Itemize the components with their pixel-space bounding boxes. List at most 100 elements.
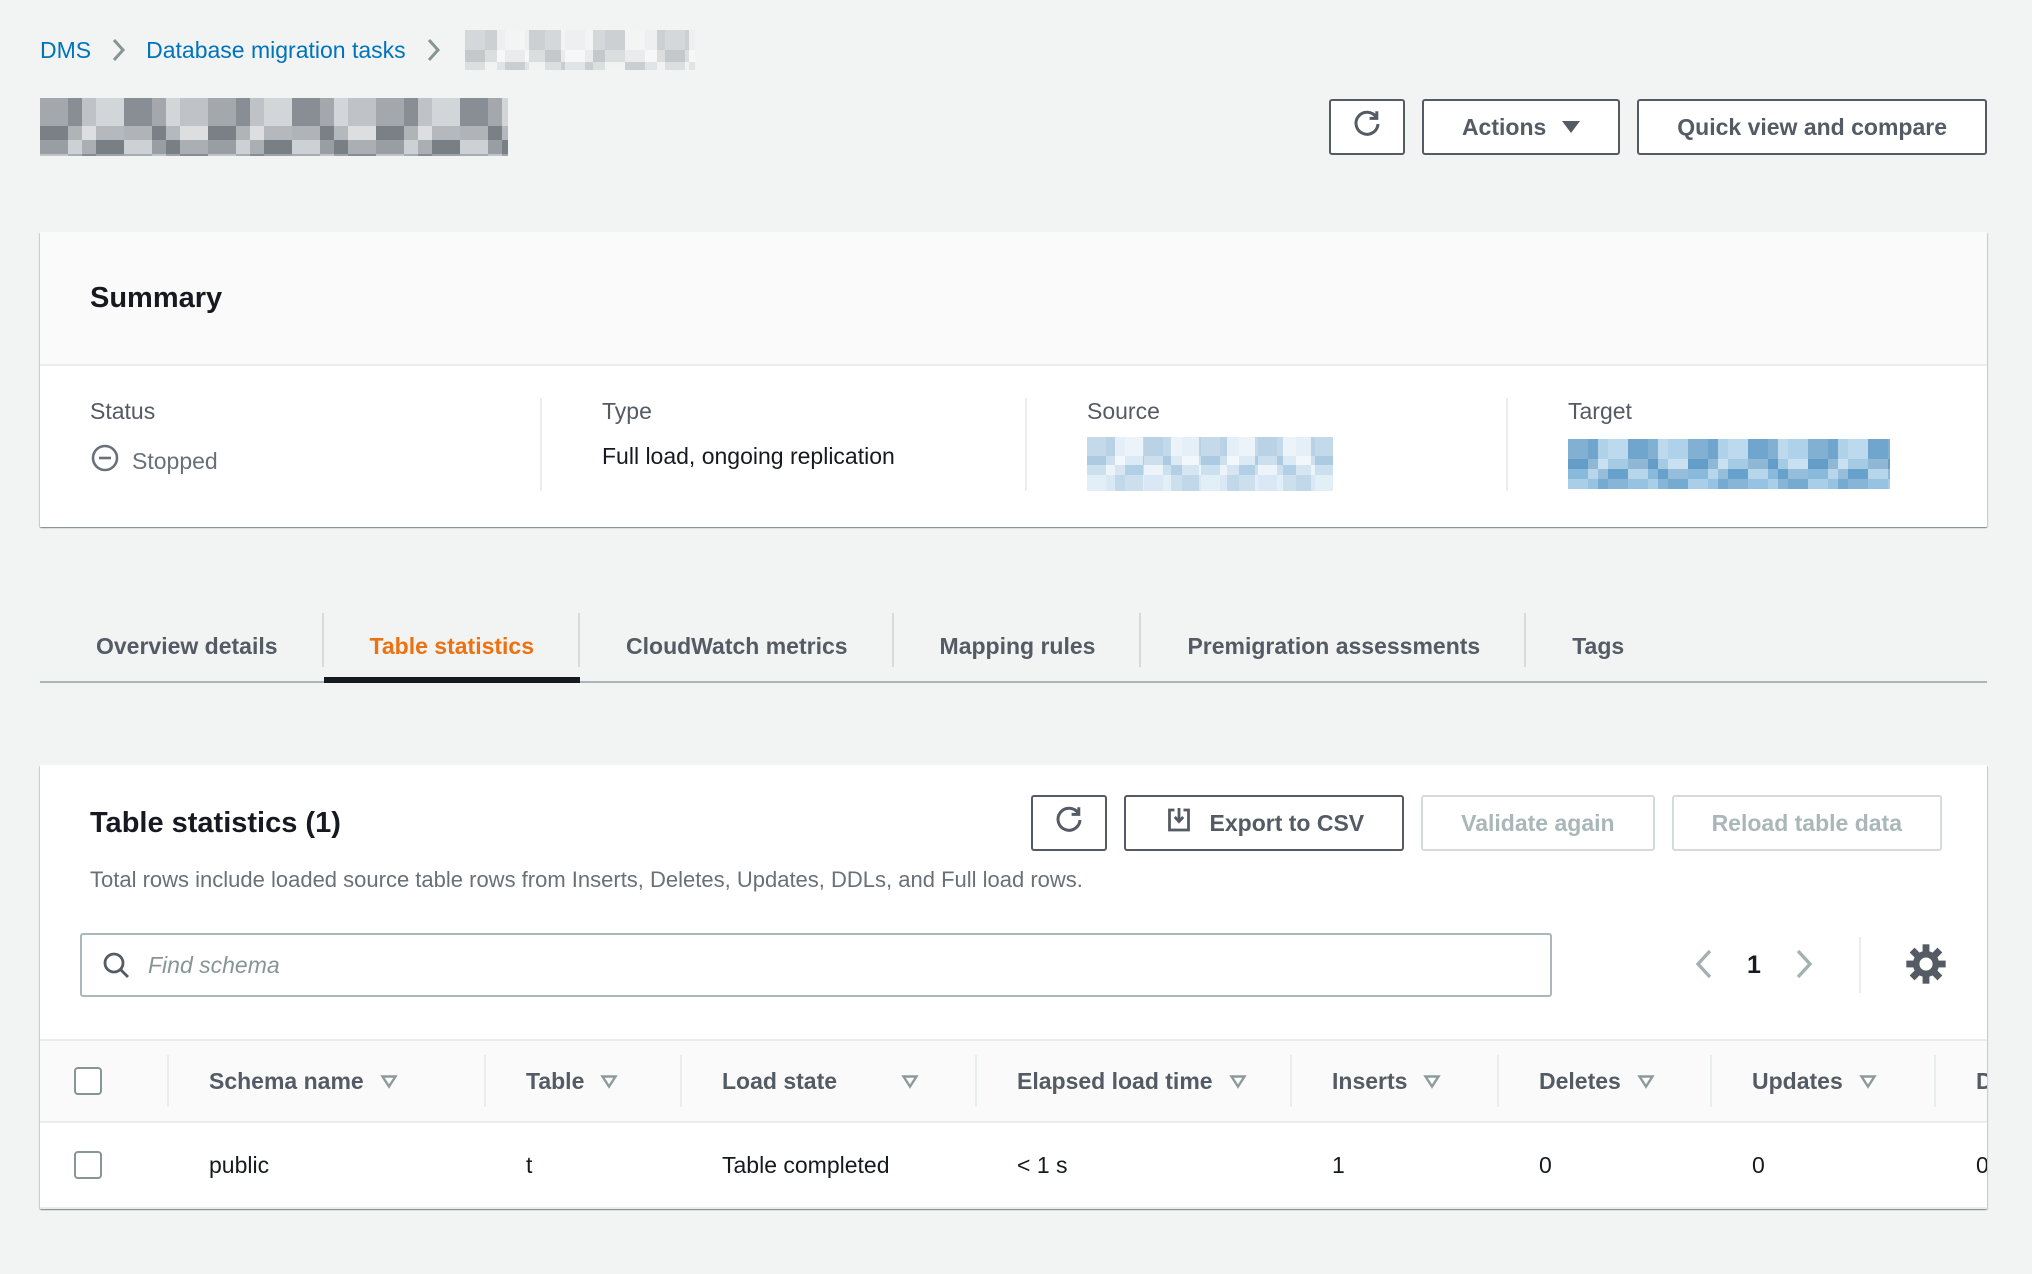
sort-icon [1637, 1074, 1655, 1089]
table-statistics-actions: Export to CSV Validate again Reload tabl… [1031, 795, 1942, 851]
tab-cloudwatch-metrics[interactable]: CloudWatch metrics [580, 611, 894, 681]
column-header-updates[interactable]: Updates [1710, 1041, 1934, 1121]
type-label: Type [602, 398, 1025, 425]
select-all-checkbox[interactable] [74, 1067, 102, 1095]
summary-panel-body: Status Stopped Type Full load, ongoing r… [40, 366, 1987, 491]
cell-elapsed-load-time: < 1 s [975, 1123, 1290, 1207]
breadcrumb-link-dms[interactable]: DMS [40, 37, 91, 64]
sort-icon [600, 1074, 618, 1089]
sort-icon [1859, 1074, 1877, 1089]
download-icon [1164, 805, 1194, 841]
reload-table-data-label: Reload table data [1712, 810, 1902, 837]
status-value-text: Stopped [132, 448, 218, 475]
pagination-divider [1859, 937, 1861, 993]
cell-inserts: 1 [1290, 1123, 1497, 1207]
sort-icon [1229, 1074, 1247, 1089]
column-header-elapsed-load-time[interactable]: Elapsed load time [975, 1041, 1290, 1121]
summary-field-target: Target [1506, 398, 1987, 491]
actions-button[interactable]: Actions [1422, 99, 1620, 155]
refresh-icon [1351, 108, 1383, 146]
page-header: Actions Quick view and compare [40, 98, 1987, 156]
breadcrumb-chevron-icon [111, 37, 126, 63]
summary-panel-header: Summary [40, 232, 1987, 366]
tab-mapping-rules[interactable]: Mapping rules [894, 611, 1142, 681]
find-schema-input[interactable] [80, 933, 1552, 997]
breadcrumb-redacted-task-name [465, 30, 695, 70]
search-icon [100, 949, 132, 986]
next-page-button[interactable] [1793, 947, 1815, 984]
cell-updates: 0 [1710, 1123, 1934, 1207]
table-statistics-panel: Table statistics (1) Export to CSV Valid… [40, 765, 1987, 1209]
row-select-cell [40, 1123, 167, 1207]
column-header-label: Schema name [209, 1068, 364, 1095]
export-to-csv-button[interactable]: Export to CSV [1124, 795, 1405, 851]
status-label: Status [90, 398, 540, 425]
column-header-schema-name[interactable]: Schema name [167, 1041, 484, 1121]
summary-field-status: Status Stopped [40, 398, 540, 491]
type-value: Full load, ongoing replication [602, 443, 1025, 470]
refresh-icon [1053, 804, 1085, 842]
table-statistics-description: Total rows include loaded source table r… [90, 867, 1987, 895]
refresh-button[interactable] [1329, 99, 1405, 155]
select-all-cell [40, 1041, 167, 1121]
summary-panel: Summary Status Stopped Type Full load, o… [40, 232, 1987, 527]
column-header-deletes[interactable]: Deletes [1497, 1041, 1710, 1121]
export-to-csv-label: Export to CSV [1210, 810, 1365, 837]
search-row: 1 [40, 933, 1987, 997]
previous-page-button[interactable] [1693, 947, 1715, 984]
search-box [80, 933, 1552, 997]
cell-schema-name: public [167, 1123, 484, 1207]
tab-list: Overview details Table statistics CloudW… [40, 611, 1987, 683]
stopped-icon [90, 443, 120, 479]
sort-icon [901, 1074, 919, 1089]
breadcrumb-link-database-migration-tasks[interactable]: Database migration tasks [146, 37, 406, 64]
summary-title: Summary [90, 282, 222, 315]
cell-ddls-clipped: 0 [1934, 1123, 1987, 1207]
column-header-inserts[interactable]: Inserts [1290, 1041, 1497, 1121]
column-header-table[interactable]: Table [484, 1041, 680, 1121]
current-page-number[interactable]: 1 [1743, 951, 1765, 980]
chevron-left-icon [1693, 947, 1715, 984]
table-statistics-title: Table statistics (1) [90, 807, 341, 840]
reload-table-data-button[interactable]: Reload table data [1672, 795, 1942, 851]
page-title-redacted [40, 98, 508, 156]
cell-deletes: 0 [1497, 1123, 1710, 1207]
cell-table: t [484, 1123, 680, 1207]
quick-view-and-compare-button[interactable]: Quick view and compare [1637, 99, 1987, 155]
sort-icon [380, 1074, 398, 1089]
tab-table-statistics[interactable]: Table statistics [324, 611, 580, 681]
table-row[interactable]: public t Table completed < 1 s 1 0 0 0 [40, 1123, 1987, 1209]
column-header-label: Inserts [1332, 1068, 1407, 1095]
chevron-right-icon [1793, 947, 1815, 984]
table-statistics-header: Table statistics (1) Export to CSV Valid… [40, 795, 1987, 851]
tab-premigration-assessments[interactable]: Premigration assessments [1141, 611, 1526, 681]
preferences-button[interactable] [1905, 943, 1947, 988]
quick-view-button-label: Quick view and compare [1677, 114, 1947, 141]
table-refresh-button[interactable] [1031, 795, 1107, 851]
sort-icon [1423, 1074, 1441, 1089]
breadcrumb: DMS Database migration tasks [40, 30, 1987, 70]
column-header-label: Deletes [1539, 1068, 1621, 1095]
page: DMS Database migration tasks Actions Qui… [40, 30, 1987, 1209]
tab-overview-details[interactable]: Overview details [50, 611, 324, 681]
summary-field-type: Type Full load, ongoing replication [540, 398, 1025, 491]
status-value: Stopped [90, 443, 540, 479]
source-label: Source [1087, 398, 1506, 425]
table-header-row: Schema name Table Load state Elapsed loa… [40, 1039, 1987, 1123]
target-label: Target [1568, 398, 1987, 425]
actions-button-label: Actions [1462, 114, 1546, 141]
source-value-redacted[interactable] [1087, 437, 1333, 491]
cell-load-state: Table completed [680, 1123, 975, 1207]
tab-tags[interactable]: Tags [1526, 611, 1670, 681]
pagination: 1 [1693, 937, 1947, 993]
target-value-redacted[interactable] [1568, 439, 1890, 489]
gear-icon [1905, 943, 1947, 988]
column-header-ddls-clipped[interactable]: D [1934, 1041, 1987, 1121]
summary-field-source: Source [1025, 398, 1506, 491]
validate-again-button[interactable]: Validate again [1421, 795, 1654, 851]
header-actions: Actions Quick view and compare [1329, 99, 1987, 155]
row-checkbox[interactable] [74, 1151, 102, 1179]
column-header-label: Elapsed load time [1017, 1068, 1213, 1095]
column-header-label: Table [526, 1068, 584, 1095]
column-header-load-state[interactable]: Load state [680, 1041, 975, 1121]
